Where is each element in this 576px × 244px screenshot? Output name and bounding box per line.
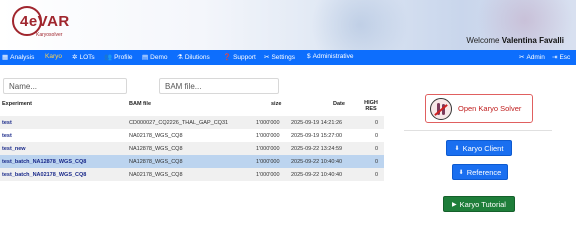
date-cell: 2025-09-22 10:40:40 [291, 159, 343, 165]
table-row[interactable]: test CD000027_CQ2226_THAL_GAP_CQ31 1'000… [0, 116, 384, 129]
date-cell: 2025-09-22 13:24:59 [291, 146, 343, 152]
size-cell: 1'000'000 [256, 146, 280, 152]
user-name: Valentina Favalli [501, 36, 564, 45]
logout-icon: ⇥ [552, 54, 558, 61]
size-cell: 1'000'000 [256, 159, 280, 165]
header-banner: 4eVAR Karyosolver Welcome Valentina Fava… [0, 0, 576, 50]
table-icon: ▦ [2, 54, 9, 61]
karyo-client-button[interactable]: ⬇ Karyo Client [446, 140, 512, 156]
experiment-cell[interactable]: test [2, 133, 12, 139]
nav-item-esc[interactable]: ⇥ Esc [552, 53, 570, 62]
date-cell: 2025-09-19 15:27:00 [291, 133, 343, 139]
download-icon: ⬇ [458, 169, 464, 176]
experiment-name-search[interactable] [3, 78, 127, 94]
wrench-icon: ✂ [519, 54, 525, 61]
experiment-cell[interactable]: test_batch_NA02178_WGS_CQ8 [2, 172, 86, 178]
nav-item-settings[interactable]: ✂ Settings [264, 53, 295, 62]
chromosome-icon [430, 98, 452, 120]
table-row[interactable]: test_new NA12878_WGS_CQ8 1'000'000 2025-… [0, 142, 384, 155]
main-navbar: ▦ Analysis Karyo ✲ LOTs 👥 Profile ▤ Demo… [0, 50, 576, 65]
nav-item-demo[interactable]: ▤ Demo [142, 53, 168, 62]
experiment-cell[interactable]: test [2, 120, 12, 126]
bug-icon: ✲ [72, 54, 78, 61]
col-experiment[interactable]: Experiment [2, 101, 32, 107]
nav-item-admin[interactable]: ✂ Admin [519, 53, 545, 62]
karyo-tutorial-button[interactable]: ▶ Karyo Tutorial [443, 196, 515, 212]
high-res-cell: 0 [375, 146, 379, 152]
date-cell: 2025-09-22 10:40:40 [291, 172, 343, 178]
welcome-prefix: Welcome [466, 36, 500, 45]
experiment-cell[interactable]: test_batch_NA12878_WGS_CQ8 [2, 159, 86, 165]
col-size[interactable]: size [271, 101, 281, 107]
size-cell: 1'000'000 [256, 133, 280, 139]
table-row-selected[interactable]: test_batch_NA12878_WGS_CQ8 NA12878_WGS_C… [0, 155, 384, 168]
date-cell: 2025-09-19 14:21:26 [291, 120, 343, 126]
nav-item-analysis[interactable]: ▦ Analysis [2, 53, 34, 62]
experiments-table-header: Experiment BAM file size Date HIGH RES [0, 100, 384, 116]
high-res-cell: 0 [375, 120, 379, 126]
dollar-icon: $ [307, 53, 311, 60]
col-bam-file[interactable]: BAM file [129, 101, 151, 107]
table-row[interactable]: test_batch_NA02178_WGS_CQ8 NA02178_WGS_C… [0, 168, 384, 181]
flask-icon: ⚗ [177, 54, 183, 61]
nav-item-administrative[interactable]: $ Administrative [307, 53, 353, 60]
reference-button[interactable]: ⬇ Reference [452, 164, 508, 180]
logo-text: 4eVAR [20, 13, 70, 30]
bam-cell: CD000027_CQ2226_THAL_GAP_CQ31 [129, 120, 229, 126]
users-icon: 👥 [104, 54, 113, 61]
high-res-cell: 0 [375, 133, 379, 139]
bam-cell: NA02178_WGS_CQ8 [129, 172, 183, 178]
col-high-res[interactable]: HIGH RES [362, 100, 380, 112]
video-icon: ▶ [452, 201, 457, 208]
nav-item-profile[interactable]: 👥 Profile [104, 53, 133, 62]
wrench-icon: ✂ [264, 54, 270, 61]
size-cell: 1'000'000 [256, 172, 280, 178]
welcome-message: Welcome Valentina Favalli [466, 36, 564, 45]
open-karyo-solver-label: Open Karyo Solver [458, 104, 522, 113]
bam-cell: NA12878_WGS_CQ8 [129, 159, 183, 165]
bam-file-search[interactable] [159, 78, 279, 94]
size-cell: 1'000'000 [256, 120, 280, 126]
panel-divider [404, 130, 552, 131]
bam-cell: NA12878_WGS_CQ8 [129, 146, 183, 152]
nav-item-lots[interactable]: ✲ LOTs [72, 53, 95, 62]
nav-item-karyo[interactable]: Karyo [45, 53, 62, 60]
film-icon: ▤ [142, 54, 149, 61]
high-res-cell: 0 [375, 159, 379, 165]
app-logo[interactable]: 4eVAR Karyosolver [10, 4, 70, 42]
logo-subtitle: Karyosolver [36, 32, 63, 38]
bam-cell: NA02178_WGS_CQ8 [129, 133, 183, 139]
experiment-cell[interactable]: test_new [2, 146, 26, 152]
open-karyo-solver-button[interactable]: Open Karyo Solver [425, 94, 533, 123]
col-date[interactable]: Date [333, 101, 345, 107]
high-res-cell: 0 [375, 172, 379, 178]
nav-item-support[interactable]: ❓ Support [223, 53, 256, 62]
table-row[interactable]: test NA02178_WGS_CQ8 1'000'000 2025-09-1… [0, 129, 384, 142]
download-icon: ⬇ [454, 145, 460, 152]
question-icon: ❓ [223, 54, 232, 61]
nav-item-dilutions[interactable]: ⚗ Dilutions [177, 53, 210, 62]
